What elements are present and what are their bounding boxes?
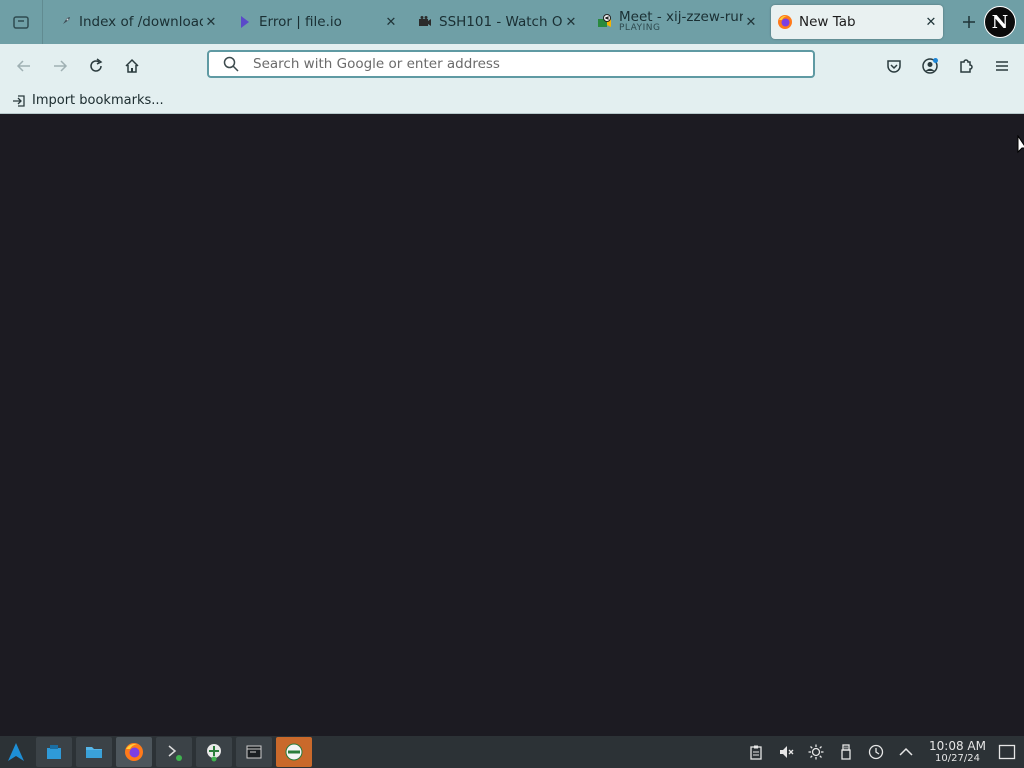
close-tab-icon[interactable]: ✕ bbox=[743, 14, 759, 30]
terminal-icon bbox=[168, 745, 182, 761]
tab-list-icon bbox=[13, 16, 29, 29]
launcher-logo-icon bbox=[8, 743, 24, 761]
tab-title: SSH101 - Watch On bbox=[439, 14, 563, 30]
tab-playing-label: PLAYING bbox=[619, 23, 661, 34]
taskbar-firefox[interactable] bbox=[116, 737, 152, 767]
forward-button[interactable] bbox=[44, 50, 76, 82]
brightness-button[interactable] bbox=[805, 741, 827, 763]
hamburger-icon bbox=[996, 61, 1008, 71]
new-tab-button[interactable] bbox=[953, 6, 985, 38]
chrome-app-icon bbox=[285, 743, 303, 761]
new-tab-page bbox=[0, 114, 1024, 736]
navigation-toolbar bbox=[0, 44, 1024, 88]
tab-title: New Tab bbox=[799, 14, 856, 30]
chevron-up-icon bbox=[899, 747, 913, 756]
import-icon bbox=[12, 93, 28, 109]
plus-icon bbox=[963, 16, 975, 28]
import-bookmarks-label: Import bookmarks... bbox=[32, 93, 164, 108]
updates-button[interactable] bbox=[865, 741, 887, 763]
home-button[interactable] bbox=[116, 50, 148, 82]
tab-meet[interactable]: Meet - xij-zzew-rur PLAYING ✕ bbox=[591, 5, 763, 39]
files-icon bbox=[86, 747, 102, 758]
tab-index-download[interactable]: Index of /download ✕ bbox=[51, 5, 223, 39]
forward-arrow-icon bbox=[54, 60, 68, 72]
tab-error-fileio[interactable]: Error | file.io ✕ bbox=[231, 5, 403, 39]
search-icon bbox=[221, 54, 241, 74]
taskbar-window[interactable] bbox=[236, 737, 272, 767]
rocket-icon bbox=[57, 14, 73, 30]
import-bookmarks-link[interactable]: Import bookmarks... bbox=[12, 93, 164, 109]
reload-icon bbox=[90, 58, 103, 72]
show-desktop-button[interactable] bbox=[996, 741, 1018, 763]
taskbar-files[interactable] bbox=[76, 737, 112, 767]
account-icon bbox=[922, 58, 938, 74]
volume-muted-icon bbox=[780, 746, 794, 758]
show-desktop-icon bbox=[998, 744, 1016, 760]
file-manager-icon bbox=[47, 745, 61, 759]
system-clock[interactable]: 10:08 AM 10/27/24 bbox=[929, 740, 986, 764]
tab-title: Meet - xij-zzew-rur bbox=[619, 9, 743, 25]
meet-icon bbox=[597, 14, 613, 30]
profile-avatar[interactable]: N bbox=[984, 6, 1016, 38]
app-launcher-button[interactable] bbox=[0, 736, 32, 768]
bookmarks-toolbar: Import bookmarks... bbox=[0, 88, 1024, 114]
reload-button[interactable] bbox=[80, 50, 112, 82]
usb-icon bbox=[841, 744, 851, 760]
tab-new-tab[interactable]: New Tab ✕ bbox=[771, 5, 943, 39]
clipboard-icon bbox=[750, 745, 762, 760]
video-icon bbox=[417, 14, 433, 30]
taskbar-network-app[interactable] bbox=[196, 737, 232, 767]
account-button[interactable] bbox=[914, 50, 946, 82]
volume-button[interactable] bbox=[775, 741, 797, 763]
back-button[interactable] bbox=[8, 50, 40, 82]
clipboard-button[interactable] bbox=[745, 741, 767, 763]
taskbar-chrome-app[interactable] bbox=[276, 737, 312, 767]
brightness-icon bbox=[808, 744, 824, 760]
system-taskbar: 10:08 AM 10/27/24 bbox=[0, 736, 1024, 768]
close-tab-icon[interactable]: ✕ bbox=[203, 14, 219, 30]
window-icon bbox=[246, 745, 262, 759]
taskbar-terminal[interactable] bbox=[156, 737, 192, 767]
tab-title: Error | file.io bbox=[259, 14, 342, 30]
close-tab-icon[interactable]: ✕ bbox=[383, 14, 399, 30]
pocket-button[interactable] bbox=[878, 50, 910, 82]
system-tray: 10:08 AM 10/27/24 bbox=[745, 736, 1024, 768]
clock-date: 10/27/24 bbox=[935, 753, 980, 764]
tab-strip: Index of /download ✕ Error | file.io ✕ S… bbox=[0, 0, 1024, 44]
menu-button[interactable] bbox=[986, 50, 1018, 82]
tab-list-button[interactable] bbox=[0, 0, 43, 44]
puzzle-icon bbox=[960, 59, 973, 73]
clock-time: 10:08 AM bbox=[929, 739, 986, 753]
address-bar[interactable] bbox=[207, 50, 815, 78]
pocket-icon bbox=[887, 60, 901, 73]
fileio-icon bbox=[237, 14, 253, 30]
close-tab-icon[interactable]: ✕ bbox=[563, 14, 579, 30]
close-tab-icon[interactable]: ✕ bbox=[923, 14, 939, 30]
address-input[interactable] bbox=[251, 55, 813, 73]
network-icon bbox=[207, 744, 221, 762]
usb-button[interactable] bbox=[835, 741, 857, 763]
updates-icon bbox=[868, 744, 884, 760]
back-arrow-icon bbox=[16, 60, 30, 72]
profile-initial: N bbox=[991, 11, 1009, 33]
taskbar-file-manager[interactable] bbox=[36, 737, 72, 767]
home-icon bbox=[125, 58, 139, 73]
tab-title: Index of /download bbox=[79, 14, 203, 30]
extensions-button[interactable] bbox=[950, 50, 982, 82]
firefox-icon bbox=[125, 743, 143, 761]
show-hidden-icons-button[interactable] bbox=[895, 741, 917, 763]
firefox-icon bbox=[777, 14, 793, 30]
mouse-cursor-icon bbox=[1017, 135, 1024, 154]
tab-ssh101[interactable]: SSH101 - Watch On ✕ bbox=[411, 5, 583, 39]
